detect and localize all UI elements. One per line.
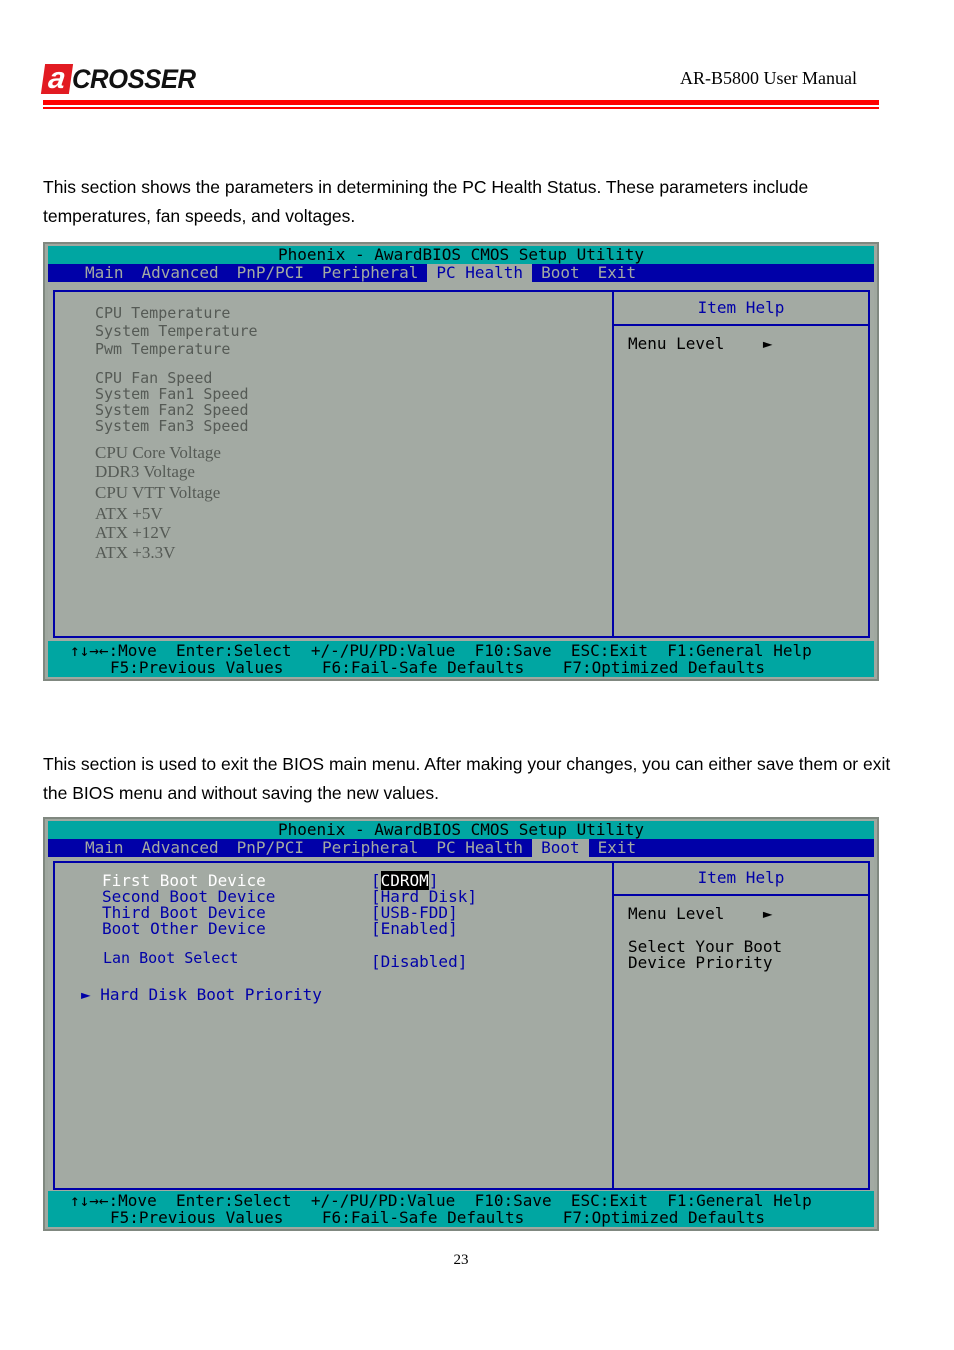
menu-level-arrow-icon: ► xyxy=(762,904,773,923)
bios-menu-bar: Main Advanced PnP/PCI Peripheral PC Heal… xyxy=(48,839,874,857)
system-temperature-item[interactable]: System Temperature xyxy=(95,322,258,340)
panel-divider xyxy=(612,292,614,636)
system-fan3-speed-item[interactable]: System Fan3 Speed xyxy=(95,417,249,435)
lan-boot-select-label[interactable]: Lan Boot Select xyxy=(103,949,238,967)
tab-advanced[interactable]: Advanced xyxy=(133,839,228,857)
logo-mark: a xyxy=(40,62,74,95)
menu-level-label: Menu Level xyxy=(628,904,725,923)
footer-keys-line1: ↑↓→←:Move Enter:Select +/-/PU/PD:Value F… xyxy=(70,641,812,660)
boot-description: This section is used to exit the BIOS ma… xyxy=(43,754,891,803)
bios-footer-help: ↑↓→←:Move Enter:Select +/-/PU/PD:Value F… xyxy=(48,1191,874,1227)
tab-pc-health[interactable]: PC Health xyxy=(427,264,533,282)
bios-title: Phoenix - AwardBIOS CMOS Setup Utility xyxy=(48,821,874,839)
atx-3-3v-item[interactable]: ATX +3.3V xyxy=(95,543,175,563)
bios-title: Phoenix - AwardBIOS CMOS Setup Utility xyxy=(48,246,874,264)
tab-boot[interactable]: Boot xyxy=(532,839,589,857)
submenu-arrow-icon: ► xyxy=(81,985,91,1004)
bios-menu-bar: Main Advanced PnP/PCI Peripheral PC Heal… xyxy=(48,264,874,282)
page-number: 23 xyxy=(453,1252,469,1268)
atx-5v-item[interactable]: ATX +5V xyxy=(95,504,163,524)
help-text-line2: Device Priority xyxy=(628,953,773,972)
item-help-header: Item Help xyxy=(614,863,868,896)
pc-health-description: This section shows the parameters in det… xyxy=(43,177,809,226)
ddr3-voltage-item[interactable]: DDR3 Voltage xyxy=(95,462,195,482)
hard-disk-boot-priority-submenu[interactable]: ► Hard Disk Boot Priority xyxy=(81,985,322,1004)
pwm-temperature-item[interactable]: Pwm Temperature xyxy=(95,340,230,358)
cpu-vtt-voltage-item[interactable]: CPU VTT Voltage xyxy=(95,483,220,503)
panel-divider xyxy=(612,863,614,1188)
tab-pnp-pci[interactable]: PnP/PCI xyxy=(228,839,313,857)
tab-pc-health[interactable]: PC Health xyxy=(427,839,532,857)
tab-peripheral[interactable]: Peripheral xyxy=(313,264,427,282)
help-menu-level: Menu Level ► xyxy=(628,905,868,922)
header-rule xyxy=(43,100,879,105)
submenu-label: Hard Disk Boot Priority xyxy=(100,985,322,1004)
bios-main-panel: Item Help Menu Level ► Select Your Boot … xyxy=(53,861,870,1190)
menu-level-arrow-icon: ► xyxy=(762,334,773,353)
tab-exit[interactable]: Exit xyxy=(589,839,646,857)
cpu-core-voltage-item[interactable]: CPU Core Voltage xyxy=(95,443,221,463)
boot-other-device-value[interactable]: [Enabled] xyxy=(371,919,458,938)
logo-text: CROSSER xyxy=(72,63,196,94)
cpu-temperature-item[interactable]: CPU Temperature xyxy=(95,304,230,322)
bios-main-panel: Item Help Menu Level ► CPU Temperature S… xyxy=(53,290,870,638)
bios-screen-pc-health: Phoenix - AwardBIOS CMOS Setup Utility M… xyxy=(43,242,879,681)
lan-boot-select-value[interactable]: [Disabled] xyxy=(371,952,467,971)
help-menu-level: Menu Level ► xyxy=(628,335,868,352)
atx-12v-item[interactable]: ATX +12V xyxy=(95,523,171,543)
tab-peripheral[interactable]: Peripheral xyxy=(313,839,427,857)
menu-level-label: Menu Level xyxy=(628,334,725,353)
tab-main[interactable]: Main xyxy=(76,839,133,857)
tab-advanced[interactable]: Advanced xyxy=(133,264,228,282)
footer-keys-line1: ↑↓→←:Move Enter:Select +/-/PU/PD:Value F… xyxy=(70,1191,812,1210)
bios-screen-boot: Phoenix - AwardBIOS CMOS Setup Utility M… xyxy=(43,817,879,1231)
acrosser-logo: a CROSSER xyxy=(40,62,202,96)
tab-main[interactable]: Main xyxy=(76,264,133,282)
bios-footer-help: ↑↓→←:Move Enter:Select +/-/PU/PD:Value F… xyxy=(48,641,874,677)
tab-pnp-pci[interactable]: PnP/PCI xyxy=(228,264,313,282)
footer-keys-line2: F5:Previous Values F6:Fail-Safe Defaults… xyxy=(110,1208,766,1227)
manual-title: AR-B5800 User Manual xyxy=(680,68,857,88)
header-rule-thin xyxy=(43,107,879,109)
tab-boot[interactable]: Boot xyxy=(532,264,589,282)
boot-other-device-label[interactable]: Boot Other Device xyxy=(102,919,266,938)
item-help-header: Item Help xyxy=(614,292,868,326)
footer-keys-line2: F5:Previous Values F6:Fail-Safe Defaults… xyxy=(110,658,766,677)
tab-exit[interactable]: Exit xyxy=(589,264,646,282)
